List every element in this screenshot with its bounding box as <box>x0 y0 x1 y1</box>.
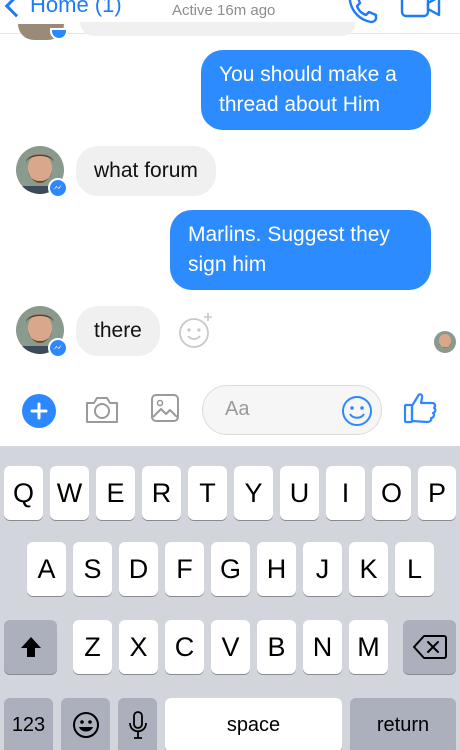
video-camera-icon[interactable] <box>400 0 442 22</box>
key-u[interactable]: U <box>280 466 319 520</box>
plus-icon[interactable] <box>22 394 56 428</box>
emoji-key[interactable] <box>61 698 110 750</box>
photo-icon[interactable] <box>150 393 180 423</box>
add-reaction-icon[interactable] <box>178 309 218 349</box>
message-text: You should make a <box>219 63 397 86</box>
numbers-key[interactable]: 123 <box>4 698 53 750</box>
key-b[interactable]: B <box>257 620 296 674</box>
message-bubble-outgoing[interactable]: Marlins. Suggest they sign him <box>170 210 431 290</box>
message-composer: Aa <box>0 378 460 446</box>
back-button[interactable]: Home (1) <box>4 0 122 20</box>
key-f[interactable]: F <box>165 542 204 596</box>
camera-icon[interactable] <box>84 394 120 426</box>
shift-arrow-icon <box>20 637 41 657</box>
backspace-icon <box>412 635 447 659</box>
delete-key[interactable] <box>403 620 456 674</box>
message-text: sign him <box>188 253 267 276</box>
key-x[interactable]: X <box>119 620 158 674</box>
key-v[interactable]: V <box>211 620 250 674</box>
emoji-icon <box>72 712 99 738</box>
key-r[interactable]: R <box>142 466 181 520</box>
ios-keyboard: Q W E R T Y U I O P A S D F G H J K L Z … <box>0 446 460 750</box>
emoji-icon[interactable] <box>341 395 373 427</box>
message-bubble-outgoing[interactable]: You should make a thread about Him <box>201 50 431 130</box>
message-bubble-incoming[interactable]: what forum <box>76 146 216 196</box>
message-text: there <box>94 319 142 342</box>
active-status: Active 16m ago <box>172 2 276 19</box>
messenger-badge-icon <box>48 178 68 198</box>
microphone-icon <box>128 711 147 739</box>
message-text: what forum <box>94 159 198 182</box>
key-g[interactable]: G <box>211 542 250 596</box>
key-s[interactable]: S <box>73 542 112 596</box>
key-q[interactable]: Q <box>4 466 43 520</box>
key-i[interactable]: I <box>326 466 365 520</box>
back-label: Home (1) <box>30 0 122 17</box>
message-input[interactable]: Aa <box>202 385 382 435</box>
key-n[interactable]: N <box>303 620 342 674</box>
message-bubble-incoming[interactable]: there <box>76 306 160 356</box>
dictation-key[interactable] <box>118 698 157 750</box>
key-p[interactable]: P <box>418 466 456 520</box>
key-m[interactable]: M <box>349 620 388 674</box>
contact-avatar[interactable] <box>16 146 68 198</box>
key-o[interactable]: O <box>372 466 411 520</box>
key-d[interactable]: D <box>119 542 158 596</box>
space-key[interactable]: space <box>165 698 342 750</box>
thumbs-up-icon[interactable] <box>402 390 438 426</box>
messenger-badge-icon <box>50 28 68 40</box>
messenger-badge-icon <box>48 338 68 358</box>
key-h[interactable]: H <box>257 542 296 596</box>
key-e[interactable]: E <box>96 466 135 520</box>
message-text: Marlins. Suggest they <box>188 223 390 246</box>
message-bubble-incoming[interactable] <box>80 22 356 36</box>
seen-indicator-avatar <box>434 331 456 353</box>
message-thread[interactable]: You should make a thread about Him what … <box>0 22 460 378</box>
contact-avatar[interactable] <box>16 306 68 358</box>
return-key[interactable]: return <box>350 698 456 750</box>
chevron-left-icon <box>4 0 28 18</box>
key-z[interactable]: Z <box>73 620 112 674</box>
key-t[interactable]: T <box>188 466 227 520</box>
key-a[interactable]: A <box>27 542 66 596</box>
key-l[interactable]: L <box>395 542 434 596</box>
shift-key[interactable] <box>4 620 57 674</box>
key-k[interactable]: K <box>349 542 388 596</box>
key-j[interactable]: J <box>303 542 342 596</box>
input-placeholder: Aa <box>225 398 250 420</box>
message-text: thread about Him <box>219 93 381 116</box>
key-y[interactable]: Y <box>234 466 273 520</box>
key-w[interactable]: W <box>50 466 89 520</box>
key-c[interactable]: C <box>165 620 204 674</box>
